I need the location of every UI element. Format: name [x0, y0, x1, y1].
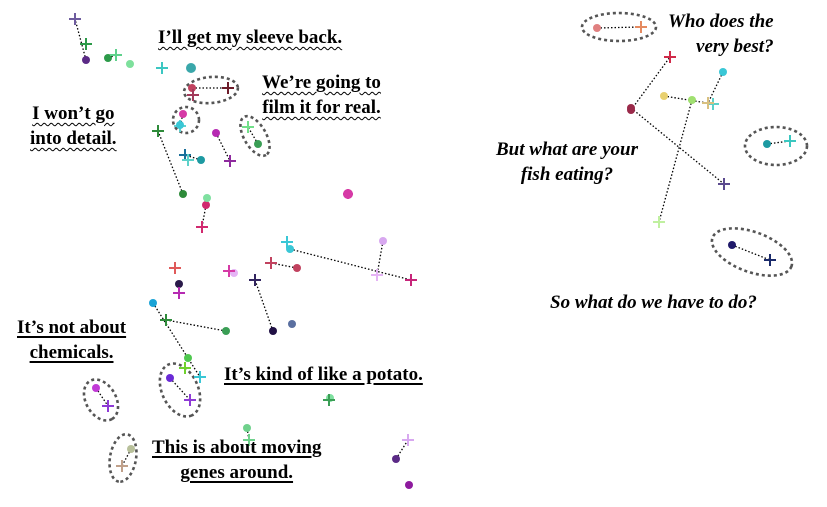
caption-film: We’re going to film it for real. — [262, 72, 381, 118]
point-cross — [242, 121, 254, 133]
point-dot — [203, 194, 211, 202]
point-dot — [179, 110, 187, 118]
point-dot — [197, 156, 205, 164]
caption-chemicals: It’s not about chemicals. — [17, 317, 127, 363]
point-cross — [265, 257, 277, 269]
point-cross — [635, 21, 647, 33]
scatter-canvas — [69, 11, 809, 489]
point-dot — [392, 455, 400, 463]
point-dot — [126, 60, 134, 68]
dotted-link — [596, 26, 642, 29]
point-dot — [627, 104, 635, 112]
dotted-link — [630, 107, 725, 185]
point-dot — [254, 140, 262, 148]
point-dot — [269, 327, 277, 335]
caption-detail: I won’t go into detail. — [30, 103, 117, 149]
point-dot — [688, 96, 696, 104]
point-cross — [69, 13, 81, 25]
dotted-link — [731, 244, 771, 261]
point-dot — [763, 140, 771, 148]
point-cross — [152, 125, 164, 137]
highlight-ellipse — [710, 227, 794, 277]
point-cross — [196, 221, 208, 233]
point-cross — [194, 371, 206, 383]
point-cross — [173, 287, 185, 299]
point-markers — [69, 13, 796, 489]
point-dot — [719, 68, 727, 76]
point-cross — [116, 460, 128, 472]
point-dot — [243, 424, 251, 432]
point-cross — [224, 155, 236, 167]
point-dot — [127, 445, 135, 453]
point-dot — [186, 63, 196, 73]
point-dot — [149, 299, 157, 307]
point-dot — [82, 56, 90, 64]
point-dot — [92, 384, 100, 392]
point-dot — [660, 92, 668, 100]
point-cross — [80, 38, 92, 50]
dotted-link — [215, 132, 231, 162]
point-dot — [293, 264, 301, 272]
dotted-link — [74, 18, 87, 61]
point-dot — [288, 320, 296, 328]
point-dot — [166, 374, 174, 382]
point-cross — [764, 254, 776, 266]
highlight-ellipse — [82, 378, 120, 422]
dotted-links — [74, 18, 791, 467]
dotted-link — [165, 319, 227, 332]
point-dot — [728, 241, 736, 249]
caption-genes: This is about moving genes around. — [152, 437, 322, 483]
dotted-link — [630, 56, 671, 111]
point-cross — [402, 434, 414, 446]
point-cross — [169, 262, 181, 274]
point-cross — [222, 82, 234, 94]
point-dot — [175, 280, 183, 288]
dotted-link — [169, 377, 191, 401]
caption-todo: So what do we have to do? — [550, 292, 757, 313]
point-cross — [184, 394, 196, 406]
caption-sleeve: I’ll get my sleeve back. — [158, 27, 343, 48]
point-dot — [405, 481, 413, 489]
point-cross — [784, 135, 796, 147]
point-dot — [593, 24, 601, 32]
point-cross — [405, 274, 417, 286]
highlight-ellipse — [171, 105, 201, 135]
point-dot — [179, 190, 187, 198]
point-dot — [184, 354, 192, 362]
point-cross — [156, 62, 168, 74]
dotted-link — [254, 279, 274, 332]
point-cross — [249, 274, 261, 286]
dotted-link — [658, 99, 693, 223]
caption-potato: It’s kind of like a potato. — [224, 364, 423, 385]
point-dot — [176, 121, 184, 129]
dotted-link — [707, 71, 724, 104]
point-dot — [212, 129, 220, 137]
dotted-link — [289, 248, 412, 281]
point-dot — [222, 327, 230, 335]
highlight-ellipse — [158, 362, 202, 418]
dotted-link — [152, 302, 201, 378]
point-dot — [379, 237, 387, 245]
caption-fish: But what are your fish eating? — [496, 139, 639, 185]
caption-best: Who does the very best? — [668, 11, 774, 57]
highlight-ellipse — [743, 125, 809, 167]
point-cross — [653, 216, 665, 228]
highlight-ellipse — [108, 432, 138, 484]
point-dot — [202, 201, 210, 209]
point-cross — [371, 269, 383, 281]
point-cross — [718, 178, 730, 190]
dotted-link — [157, 130, 184, 195]
highlight-ellipses — [82, 11, 809, 484]
point-cross — [102, 400, 114, 412]
point-cross — [160, 314, 172, 326]
